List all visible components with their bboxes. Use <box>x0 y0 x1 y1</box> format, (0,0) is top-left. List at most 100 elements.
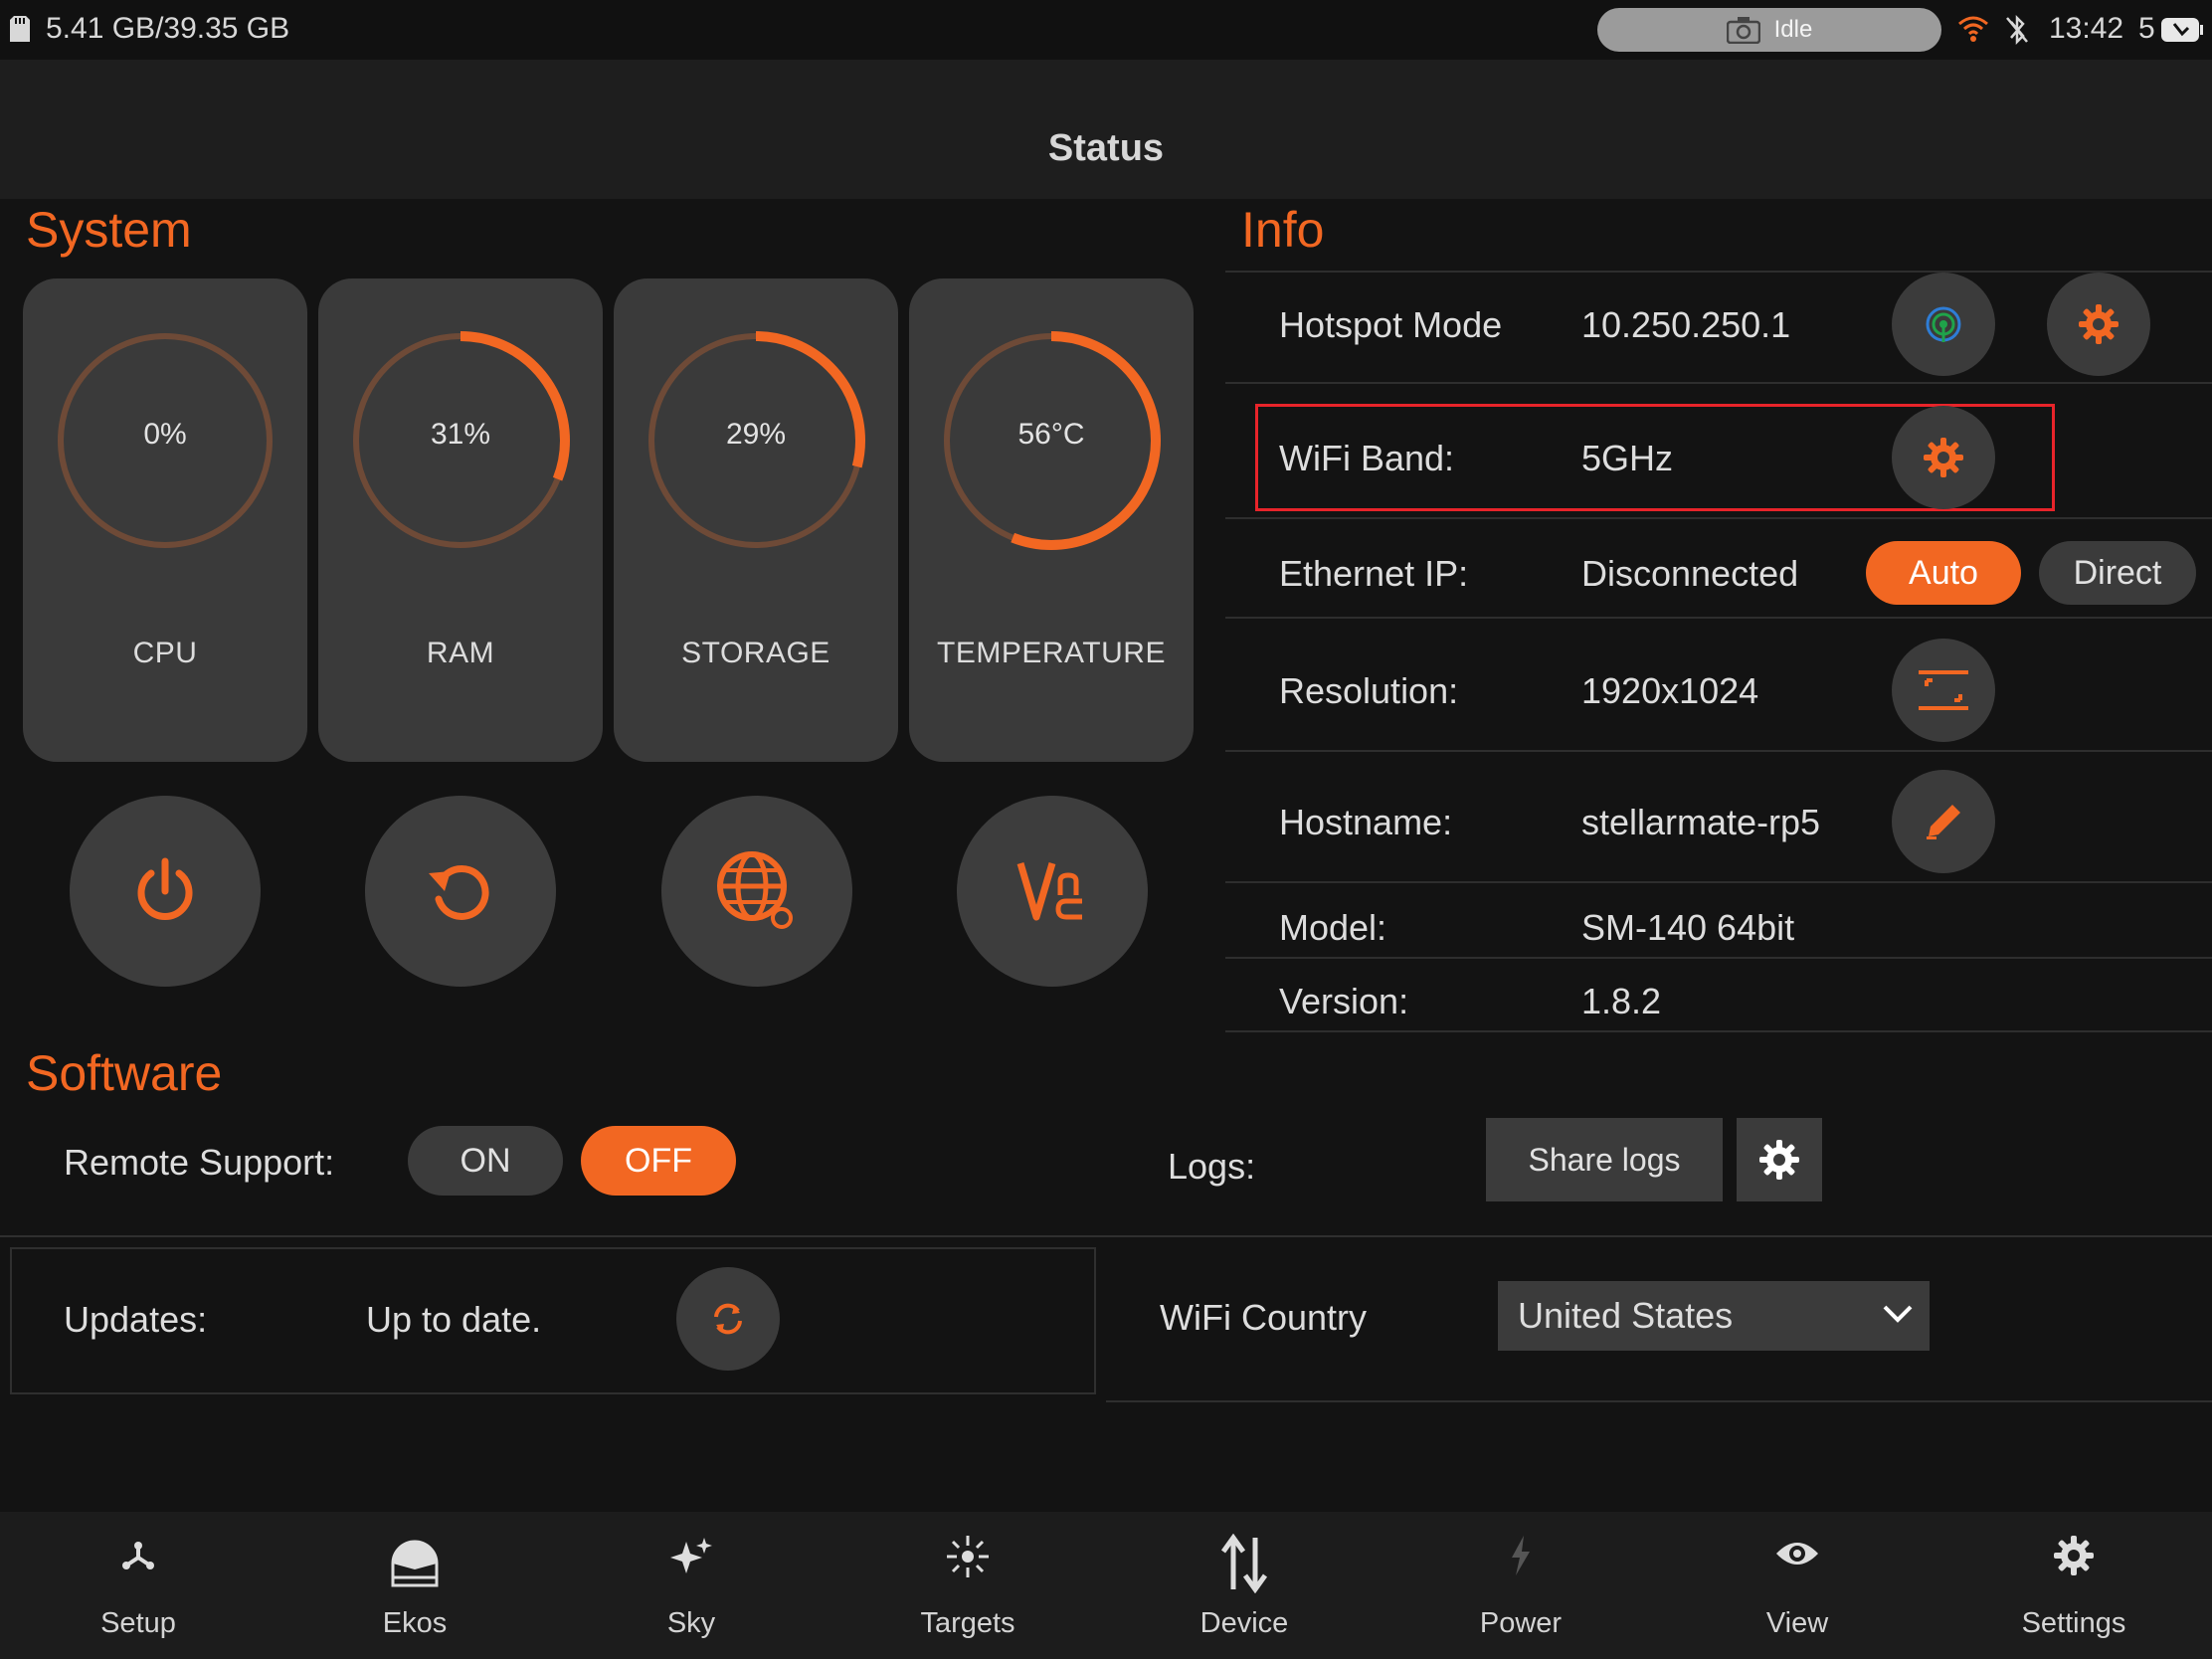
vnc-icon <box>1016 862 1082 921</box>
bottom-nav: Setup Ekos Sky Targets Device Power View Settin… <box>0 1512 2212 1659</box>
system-section-title: System <box>26 202 192 258</box>
ethernet-auto-button[interactable]: Auto <box>1866 541 2021 605</box>
chevron-down-icon <box>1883 1305 1913 1323</box>
hotspot-label: Hotspot Mode <box>1279 304 1503 345</box>
hotspot-toggle-button[interactable] <box>1892 273 1995 376</box>
wifi-band-settings-button[interactable] <box>1892 406 1995 509</box>
nav-label: Power <box>1479 1607 1563 1639</box>
gauge-label: RAM <box>426 637 495 669</box>
camera-status-pill[interactable]: Idle <box>1597 8 1941 52</box>
hotspot-value: 10.250.250.1 <box>1581 304 1791 345</box>
info-section-title: Info <box>1241 202 1325 258</box>
share-logs-button[interactable]: Share logs <box>1486 1118 1723 1201</box>
gauge-card-ram: 31% RAM <box>318 278 603 762</box>
hostname-label: Hostname: <box>1279 802 1453 842</box>
nav-item-power[interactable]: Power <box>1382 1512 1659 1659</box>
targets-icon <box>945 1534 991 1584</box>
divider <box>1225 382 2212 384</box>
settings-icon <box>2052 1534 2096 1582</box>
nav-label: Targets <box>920 1607 1015 1639</box>
nav-item-targets[interactable]: Targets <box>830 1512 1106 1659</box>
camera-icon <box>1726 17 1760 44</box>
software-section-title: Software <box>26 1045 223 1101</box>
status-bar: 5.41 GB/39.35 GB Idle 13:42 5 <box>0 0 2212 60</box>
nav-item-device[interactable]: Device <box>1106 1512 1382 1659</box>
vnc-button[interactable] <box>957 796 1148 987</box>
gauge-card-storage: 29% STORAGE <box>614 278 898 762</box>
divider <box>1225 271 2212 273</box>
refresh-icon <box>714 1303 742 1335</box>
page-title: Status <box>1047 127 1165 169</box>
battery-icon <box>2160 16 2204 49</box>
network-settings-button[interactable] <box>661 796 852 987</box>
nav-item-ekos[interactable]: Ekos <box>276 1512 553 1659</box>
ethernet-direct-button[interactable]: Direct <box>2039 541 2196 605</box>
check-updates-button[interactable] <box>676 1267 780 1371</box>
ekos-icon <box>387 1534 443 1598</box>
wifi-band-label: WiFi Band: <box>1279 438 1455 478</box>
nav-item-view[interactable]: View <box>1659 1512 1936 1659</box>
ethernet-label: Ethernet IP: <box>1279 553 1469 594</box>
device-icon <box>1219 1533 1269 1598</box>
view-icon <box>1774 1534 1820 1578</box>
nav-label: Device <box>1199 1607 1289 1639</box>
gear-icon <box>1924 438 1963 477</box>
remote-support-label: Remote Support: <box>64 1142 335 1183</box>
logs-label: Logs: <box>1168 1146 1256 1187</box>
nav-label: Setup <box>100 1607 176 1639</box>
bluetooth-off-icon <box>2003 14 2031 51</box>
resolution-value: 1920x1024 <box>1581 670 1759 711</box>
nav-item-sky[interactable]: Sky <box>553 1512 830 1659</box>
power-icon <box>1506 1534 1536 1582</box>
shutdown-button[interactable] <box>70 796 261 987</box>
header-bar: Status <box>0 60 2212 199</box>
version-value: 1.8.2 <box>1581 981 1662 1021</box>
clock: 13:42 <box>2049 12 2124 45</box>
gauge-label: STORAGE <box>681 637 830 669</box>
gauge-card-temperature: 56°C TEMPERATURE <box>909 278 1194 762</box>
logs-settings-button[interactable] <box>1737 1118 1822 1201</box>
nav-label: View <box>1765 1607 1829 1639</box>
model-label: Model: <box>1279 907 1387 948</box>
remote-support-off-button[interactable]: OFF <box>581 1126 736 1196</box>
gauge-card-cpu: 0% CPU <box>23 278 307 762</box>
wifi-icon <box>1957 14 1989 49</box>
gauge-value: 0% <box>143 418 187 451</box>
sd-card-icon <box>10 16 30 42</box>
wifi-country-value: United States <box>1518 1295 1734 1336</box>
globe-settings-icon <box>717 851 793 929</box>
restart-button[interactable] <box>365 796 556 987</box>
ethernet-value: Disconnected <box>1581 553 1799 594</box>
gauge-label: CPU <box>132 637 198 669</box>
power-icon <box>137 857 193 920</box>
nav-item-setup[interactable]: Setup <box>0 1512 276 1659</box>
divider <box>1225 1030 2212 1032</box>
status-extra: 5 <box>2138 12 2155 45</box>
resolution-label: Resolution: <box>1279 670 1459 711</box>
nav-label: Ekos <box>382 1607 448 1639</box>
pencil-icon <box>1927 805 1960 839</box>
nav-label: Sky <box>666 1607 716 1639</box>
divider <box>1225 750 2212 752</box>
updates-label: Updates: <box>64 1299 208 1340</box>
gauge-value: 31% <box>430 418 491 451</box>
gauge-value: 56°C <box>1017 418 1085 451</box>
remote-support-on-button[interactable]: ON <box>408 1126 563 1196</box>
model-value: SM-140 64bit <box>1581 907 1795 948</box>
sky-icon <box>668 1534 714 1584</box>
divider <box>1225 617 2212 619</box>
restart-icon <box>429 865 489 920</box>
divider <box>1225 517 2212 519</box>
divider <box>1225 881 2212 883</box>
gauge-value: 29% <box>725 418 787 451</box>
gear-icon <box>1759 1140 1799 1180</box>
resolution-button[interactable] <box>1892 639 1995 742</box>
version-label: Version: <box>1279 981 1409 1021</box>
updates-status: Up to date. <box>366 1299 542 1340</box>
divider <box>1225 957 2212 959</box>
gear-icon <box>2079 304 2119 344</box>
wifi-country-select[interactable]: United States <box>1498 1281 1930 1351</box>
edit-hostname-button[interactable] <box>1892 770 1995 873</box>
hotspot-settings-button[interactable] <box>2047 273 2150 376</box>
nav-item-settings[interactable]: Settings <box>1936 1512 2212 1659</box>
